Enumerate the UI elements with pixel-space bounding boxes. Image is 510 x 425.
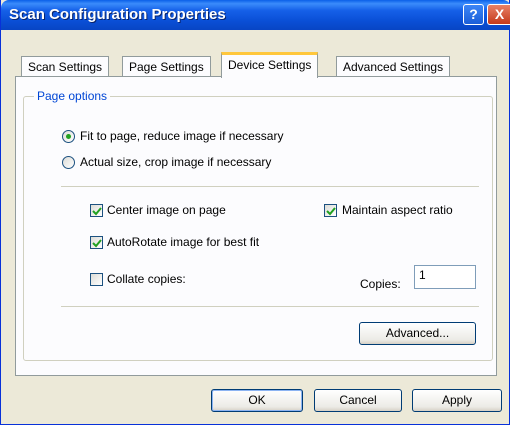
close-button[interactable]: X [487, 4, 510, 25]
help-button[interactable]: ? [463, 4, 484, 25]
center-image-checkbox[interactable] [90, 204, 103, 217]
fit-to-page-label[interactable]: Fit to page, reduce image if necessary [80, 129, 283, 143]
radio-selected-dot [66, 134, 71, 139]
copies-input[interactable]: 1 [414, 265, 476, 289]
maintain-aspect-label[interactable]: Maintain aspect ratio [342, 203, 453, 217]
center-image-label[interactable]: Center image on page [107, 203, 226, 217]
title-bar[interactable]: Scan Configuration Properties ? X [1, 0, 510, 30]
autorotate-checkbox[interactable] [90, 236, 103, 249]
page-options-label: Page options [34, 89, 111, 103]
collate-label[interactable]: Collate copies: [107, 272, 186, 286]
checkmark-icon [326, 207, 336, 216]
dialog-window: Scan Configuration Properties ? X Scan S… [0, 0, 510, 425]
tab-scan-settings[interactable]: Scan Settings [21, 56, 110, 76]
checkmark-icon [92, 207, 102, 216]
window-title: Scan Configuration Properties [9, 6, 226, 23]
separator-bottom [61, 306, 479, 307]
tab-page-settings[interactable]: Page Settings [122, 56, 211, 76]
actual-size-radio[interactable] [62, 156, 75, 169]
tab-device-settings[interactable]: Device Settings [221, 52, 319, 78]
autorotate-label[interactable]: AutoRotate image for best fit [107, 235, 259, 249]
tab-advanced-settings[interactable]: Advanced Settings [336, 56, 451, 76]
cancel-button[interactable]: Cancel [314, 389, 402, 412]
apply-button[interactable]: Apply [412, 389, 502, 412]
actual-size-label[interactable]: Actual size, crop image if necessary [80, 155, 271, 169]
collate-checkbox[interactable] [90, 273, 103, 286]
advanced-button[interactable]: Advanced... [359, 322, 476, 345]
fit-to-page-radio[interactable] [62, 130, 75, 143]
ok-button[interactable]: OK [211, 389, 303, 412]
copies-label: Copies: [360, 277, 401, 291]
separator-top [61, 186, 479, 187]
checkmark-icon [92, 239, 102, 248]
maintain-aspect-checkbox[interactable] [324, 204, 337, 217]
